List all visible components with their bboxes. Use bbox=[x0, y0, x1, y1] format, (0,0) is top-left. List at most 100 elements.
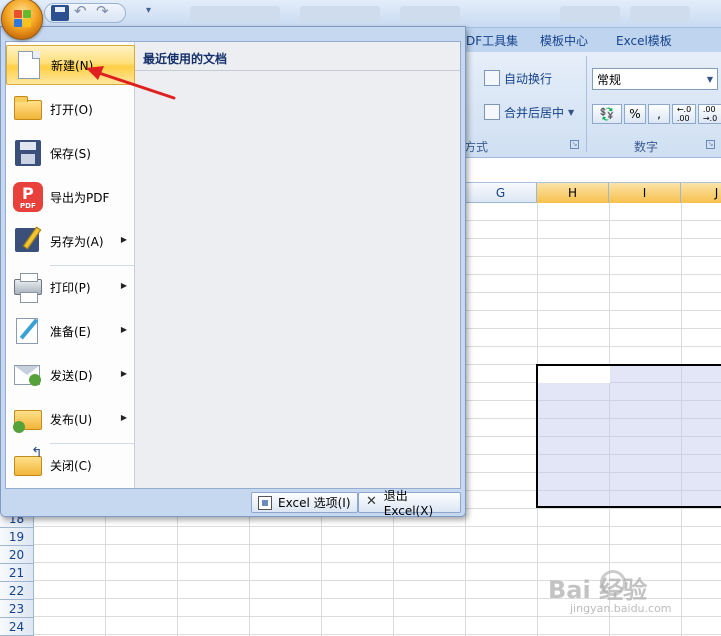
merge-center-button[interactable]: 合并后居中 ▼ bbox=[484, 102, 574, 122]
save-floppy-icon bbox=[12, 137, 44, 169]
ribbon-body: 自动换行 合并后居中 ▼ 方式 ↘ 常规 ▼ 💱 % , ←.0 .00 .00… bbox=[462, 52, 721, 158]
increase-decimal-button[interactable]: ←.0 .00 bbox=[672, 104, 696, 124]
alignment-group-label: 方式 bbox=[464, 140, 489, 154]
baidu-watermark: Bai 经验 bbox=[548, 576, 648, 604]
excel-options-label: Excel 选项(I) bbox=[278, 496, 351, 510]
chevron-down-icon: ▼ bbox=[706, 75, 713, 84]
submenu-arrow-icon: ▶ bbox=[120, 281, 127, 290]
office-menu-commands: 新建(N) 打开(O) 保存(S) PDF 导出为PDF 另存为(A) ▶ bbox=[6, 42, 135, 488]
cell-selection[interactable] bbox=[536, 364, 721, 508]
publish-icon bbox=[12, 403, 44, 435]
merge-cells-icon bbox=[484, 104, 500, 120]
row-header[interactable]: 22 bbox=[0, 582, 34, 600]
open-folder-icon bbox=[12, 93, 44, 125]
menu-item-save-as[interactable]: 另存为(A) ▶ bbox=[6, 221, 135, 261]
close-icon bbox=[365, 494, 378, 510]
tab-pdf-tools[interactable]: DF工具集 bbox=[466, 32, 518, 49]
prepare-icon bbox=[12, 315, 44, 347]
tab-template-center[interactable]: 模板中心 bbox=[540, 32, 588, 49]
new-document-icon bbox=[13, 49, 45, 81]
window-tab[interactable] bbox=[560, 6, 620, 22]
exit-excel-button[interactable]: 退出 Excel(X) bbox=[358, 489, 461, 518]
excel-options-button[interactable]: Excel 选项(I) bbox=[251, 492, 358, 513]
menu-item-label: 另存为(A) bbox=[50, 234, 104, 249]
row-header[interactable]: 24 bbox=[0, 618, 34, 636]
dialog-launcher-icon[interactable]: ↘ bbox=[706, 140, 715, 149]
qat-redo-icon[interactable] bbox=[95, 2, 113, 21]
printer-icon bbox=[12, 271, 44, 303]
number-format-select[interactable]: 常规 ▼ bbox=[592, 68, 718, 90]
menu-divider bbox=[50, 265, 134, 266]
menu-item-label: 打印(P) bbox=[50, 280, 91, 295]
save-as-icon bbox=[12, 225, 44, 257]
office-menu-footer: Excel 选项(I) 退出 Excel(X) bbox=[5, 489, 461, 518]
decrease-decimal-button[interactable]: .00 →.0 bbox=[698, 104, 721, 124]
qat-save-icon[interactable] bbox=[51, 5, 69, 21]
tab-excel-templates[interactable]: Excel模板 bbox=[616, 32, 672, 49]
formula-bar[interactable] bbox=[462, 159, 721, 183]
office-button[interactable] bbox=[1, 0, 43, 40]
quick-access-toolbar bbox=[44, 2, 126, 23]
row-header[interactable]: 19 bbox=[0, 528, 34, 546]
menu-item-close[interactable]: 关闭(C) bbox=[6, 445, 135, 485]
submenu-arrow-icon: ▶ bbox=[120, 325, 127, 334]
column-header-g[interactable]: G bbox=[465, 183, 537, 203]
baidu-paw-icon bbox=[600, 570, 626, 596]
currency-icon: 💱 bbox=[599, 107, 615, 121]
menu-item-open[interactable]: 打开(O) bbox=[6, 89, 135, 129]
menu-item-prepare[interactable]: 准备(E) ▶ bbox=[6, 311, 135, 351]
row-header[interactable]: 23 bbox=[0, 600, 34, 618]
menu-item-label: 导出为PDF bbox=[50, 190, 110, 205]
send-icon bbox=[12, 359, 44, 391]
menu-item-export-pdf[interactable]: PDF 导出为PDF bbox=[6, 177, 135, 217]
close-folder-icon bbox=[12, 445, 44, 481]
title-bar: ▾ bbox=[0, 0, 721, 28]
comma-style-button[interactable]: , bbox=[648, 104, 670, 124]
menu-item-save[interactable]: 保存(S) bbox=[6, 133, 135, 173]
dialog-launcher-icon[interactable]: ↘ bbox=[570, 140, 579, 149]
office-menu-panel: 新建(N) 打开(O) 保存(S) PDF 导出为PDF 另存为(A) ▶ bbox=[5, 41, 461, 489]
menu-item-label: 发布(U) bbox=[50, 412, 93, 427]
wrap-text-button[interactable]: 自动换行 bbox=[484, 68, 552, 88]
menu-divider bbox=[50, 443, 134, 444]
menu-item-publish[interactable]: 发布(U) ▶ bbox=[6, 399, 135, 439]
wrap-text-label: 自动换行 bbox=[504, 71, 553, 86]
column-header-j[interactable]: J bbox=[681, 183, 721, 203]
chevron-down-icon[interactable]: ▼ bbox=[568, 108, 574, 117]
group-divider bbox=[586, 56, 587, 152]
window-tab[interactable] bbox=[300, 6, 380, 22]
qat-customize-icon[interactable]: ▾ bbox=[146, 5, 151, 16]
pdf-icon: PDF bbox=[12, 181, 44, 213]
menu-item-label: 保存(S) bbox=[50, 146, 91, 161]
baidu-watermark-url: jingyan.baidu.com bbox=[570, 602, 672, 615]
menu-item-new[interactable]: 新建(N) bbox=[6, 45, 135, 85]
menu-item-print[interactable]: 打印(P) ▶ bbox=[6, 267, 135, 307]
column-header-h[interactable]: H bbox=[537, 183, 609, 203]
window-tab[interactable] bbox=[400, 6, 460, 22]
menu-item-label: 发送(D) bbox=[50, 368, 93, 383]
menu-item-send[interactable]: 发送(D) ▶ bbox=[6, 355, 135, 395]
office-logo-icon bbox=[14, 10, 32, 28]
options-icon bbox=[258, 495, 272, 510]
window-tab[interactable] bbox=[630, 6, 690, 22]
menu-item-label: 关闭(C) bbox=[50, 458, 92, 473]
exit-excel-label: 退出 Excel(X) bbox=[383, 489, 434, 518]
row-header[interactable]: 20 bbox=[0, 546, 34, 564]
recent-documents-header: 最近使用的文档 bbox=[135, 42, 460, 71]
number-format-value: 常规 bbox=[597, 73, 622, 87]
number-format-buttons: 💱 % , ←.0 .00 .00 →.0 bbox=[592, 104, 721, 124]
submenu-arrow-icon: ▶ bbox=[120, 413, 127, 422]
menu-item-label: 打开(O) bbox=[50, 102, 93, 117]
percent-button[interactable]: % bbox=[624, 104, 646, 124]
recent-documents-pane: 最近使用的文档 bbox=[135, 42, 460, 488]
number-group-label: 数字 bbox=[634, 140, 659, 154]
row-header[interactable]: 21 bbox=[0, 564, 34, 582]
active-cell[interactable] bbox=[538, 366, 610, 383]
column-header-i[interactable]: I bbox=[609, 183, 681, 203]
currency-format-button[interactable]: 💱 bbox=[592, 104, 622, 124]
qat-undo-icon[interactable] bbox=[73, 2, 91, 21]
submenu-arrow-icon: ▶ bbox=[120, 369, 127, 378]
wrap-text-icon bbox=[484, 70, 500, 86]
window-tab[interactable] bbox=[190, 6, 280, 22]
ribbon-tabs: DF工具集 模板中心 Excel模板 bbox=[462, 28, 721, 52]
